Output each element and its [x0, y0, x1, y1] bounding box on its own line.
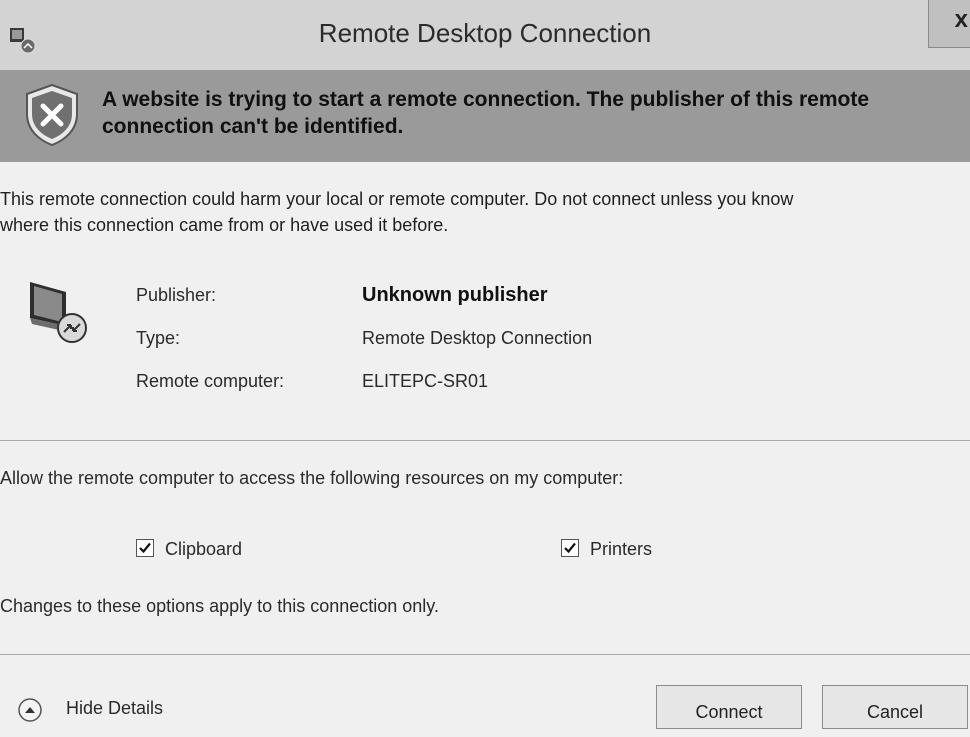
shield-x-icon: [26, 83, 78, 147]
title-bar: Remote Desktop Connection x: [0, 0, 970, 70]
clipboard-label[interactable]: Clipboard: [165, 539, 242, 560]
clipboard-checkbox[interactable]: [136, 539, 154, 557]
warning-banner: A website is trying to start a remote co…: [0, 70, 970, 162]
section-divider: [0, 440, 970, 441]
publisher-value: Unknown publisher: [362, 284, 548, 306]
connect-button[interactable]: Connect: [656, 685, 802, 729]
hide-details-label: Hide Details: [66, 698, 164, 718]
resources-description: Allow the remote computer to access the …: [0, 468, 624, 488]
chevron-up-circle-icon: [18, 698, 42, 722]
check-icon: [564, 542, 576, 554]
cancel-button[interactable]: Cancel: [822, 685, 968, 729]
window-title: Remote Desktop Connection: [318, 18, 652, 48]
printers-label[interactable]: Printers: [590, 539, 652, 560]
changes-note: Changes to these options apply to this c…: [0, 596, 439, 616]
banner-message: A website is trying to start a remote co…: [102, 88, 870, 138]
close-button[interactable]: x: [928, 0, 970, 48]
printers-checkbox[interactable]: [561, 539, 579, 557]
remote-computer-label: Remote computer:: [136, 371, 285, 391]
publisher-label: Publisher:: [136, 285, 217, 305]
footer-divider: [0, 654, 970, 655]
warning-message: This remote connection could harm your l…: [0, 189, 794, 235]
check-icon: [139, 542, 151, 554]
computer-icon: [30, 282, 87, 343]
type-label: Type:: [136, 328, 181, 348]
type-value: Remote Desktop Connection: [362, 328, 593, 348]
remote-computer-value: ELITEPC-SR01: [362, 371, 489, 391]
